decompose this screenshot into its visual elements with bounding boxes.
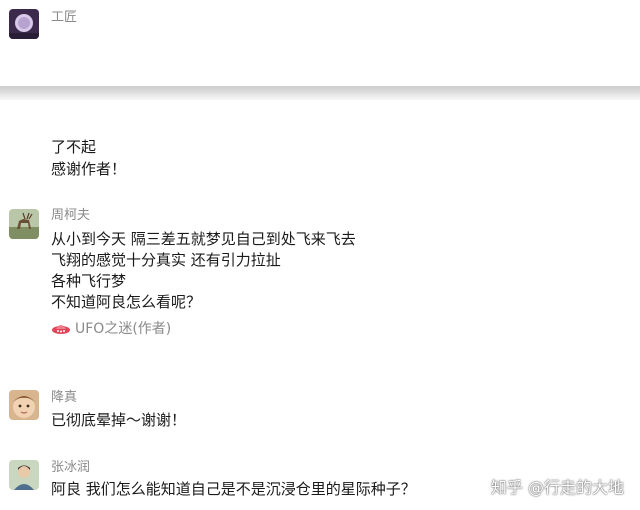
avatar[interactable] <box>9 460 39 490</box>
comment-text: 从小到今天 隔三差五就梦见自己到处飞来飞去 <box>51 230 356 248</box>
username[interactable]: 降真 <box>51 390 77 406</box>
username[interactable]: 工匠 <box>51 10 77 26</box>
comment-text: 了不起 <box>51 138 97 156</box>
comment-text: 感谢作者！ <box>51 160 127 178</box>
avatar[interactable] <box>9 390 39 420</box>
avatar-image <box>9 209 39 239</box>
author-reply[interactable]: UFO之迷(作者) <box>51 318 171 338</box>
avatar-image <box>9 9 39 39</box>
ufo-icon <box>52 325 70 334</box>
comment-page: 工匠 了不起 感谢作者！ 周柯夫 从小到今天 隔三差五就梦见自己到处飞来飞去 飞… <box>0 0 640 510</box>
avatar-image <box>9 460 39 490</box>
comment-text: 阿良 我们怎么能知道自己是不是沉浸仓里的星际种子？ <box>51 480 416 498</box>
watermark: 知乎 @行走的大地 <box>490 478 624 497</box>
comment-text: 飞翔的感觉十分真实 还有引力拉扯 <box>51 251 281 269</box>
avatar[interactable] <box>9 9 39 39</box>
author-reply-name: UFO之迷(作者) <box>75 321 172 337</box>
avatar[interactable] <box>9 209 39 239</box>
comment-text: 各种飞行梦 <box>51 272 127 290</box>
avatar-image <box>9 390 39 420</box>
comment-text: 已彻底晕掉～谢谢！ <box>51 411 187 429</box>
username[interactable]: 周柯夫 <box>51 208 90 224</box>
username[interactable]: 张冰润 <box>51 460 90 476</box>
section-divider <box>0 86 640 100</box>
comment-text: 不知道阿良怎么看呢？ <box>51 293 202 311</box>
